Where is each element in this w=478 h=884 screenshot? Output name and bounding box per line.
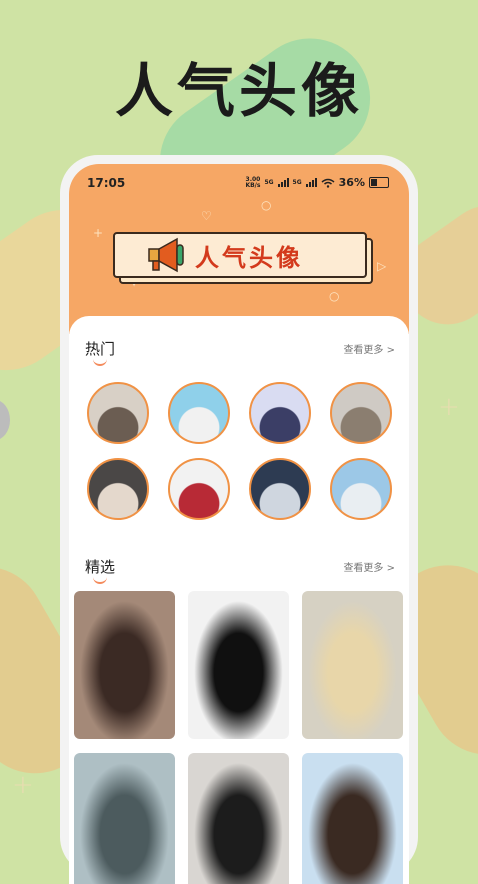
heart-decoration-icon: ♡ <box>201 209 212 223</box>
sim1-label: 5G <box>264 178 274 186</box>
featured-image-grid <box>74 591 404 884</box>
signal-icon <box>305 178 317 187</box>
featured-image-card[interactable] <box>74 591 175 739</box>
network-speed-unit: KB/s <box>245 181 261 189</box>
avatar-thumbnail[interactable] <box>329 382 392 444</box>
page-headline: 人气头像 <box>114 57 363 125</box>
plus-decoration-icon: + <box>438 392 460 422</box>
hot-avatar-grid <box>77 382 401 520</box>
title-banner: 人气头像 <box>113 232 373 284</box>
avatar-thumbnail[interactable] <box>248 382 311 444</box>
phone-screen: 17:05 3.00 KB/s 5G 5G 36% + ♡ ○ ▷ ○ 人气头像… <box>69 164 409 884</box>
status-icons: 3.00 KB/s 5G 5G 36% <box>245 176 389 189</box>
featured-image-card[interactable] <box>188 591 289 739</box>
battery-percent: 36% <box>338 176 365 189</box>
hot-section-header: 热门 查看更多 > <box>85 338 395 366</box>
avatar-thumbnail[interactable] <box>86 458 149 520</box>
status-time: 17:05 <box>87 176 126 190</box>
signal-icon <box>277 178 289 187</box>
avatar-thumbnail[interactable] <box>167 382 230 444</box>
featured-more-link[interactable]: 查看更多 > <box>343 559 395 574</box>
header-area: 17:05 3.00 KB/s 5G 5G 36% + ♡ ○ ▷ ○ 人气头像 <box>69 164 409 334</box>
featured-section-title: 精选 <box>85 558 116 576</box>
content-panel: 热门 查看更多 > 精选 查看更多 > <box>69 316 409 884</box>
banner-title: 人气头像 <box>195 243 303 272</box>
avatar-thumbnail[interactable] <box>248 458 311 520</box>
featured-image-card[interactable] <box>188 753 289 884</box>
hot-section-title: 热门 <box>85 340 116 358</box>
title-underline <box>93 576 107 584</box>
title-underline <box>93 358 107 366</box>
avatar-thumbnail[interactable] <box>167 458 230 520</box>
network-speed: 3.00 KB/s <box>245 176 261 189</box>
circle-decoration-icon: ○ <box>329 289 340 303</box>
battery-icon <box>369 177 389 188</box>
circle-decoration-icon: ○ <box>261 198 272 212</box>
background-shape <box>0 400 10 440</box>
featured-section-header: 精选 查看更多 > <box>85 556 395 584</box>
sim2-label: 5G <box>292 178 302 186</box>
featured-image-card[interactable] <box>302 753 403 884</box>
plus-decoration-icon: + <box>12 770 34 800</box>
featured-image-card[interactable] <box>302 591 403 739</box>
hot-more-link[interactable]: 查看更多 > <box>343 341 395 356</box>
status-bar: 17:05 3.00 KB/s 5G 5G 36% <box>69 174 409 196</box>
megaphone-icon <box>148 237 184 273</box>
avatar-thumbnail[interactable] <box>86 382 149 444</box>
wifi-icon <box>321 178 335 188</box>
featured-image-card[interactable] <box>74 753 175 884</box>
phone-frame: 17:05 3.00 KB/s 5G 5G 36% + ♡ ○ ▷ ○ 人气头像… <box>60 155 418 884</box>
avatar-thumbnail[interactable] <box>329 458 392 520</box>
plus-decoration-icon: + <box>93 226 104 240</box>
triangle-decoration-icon: ▷ <box>377 259 387 273</box>
